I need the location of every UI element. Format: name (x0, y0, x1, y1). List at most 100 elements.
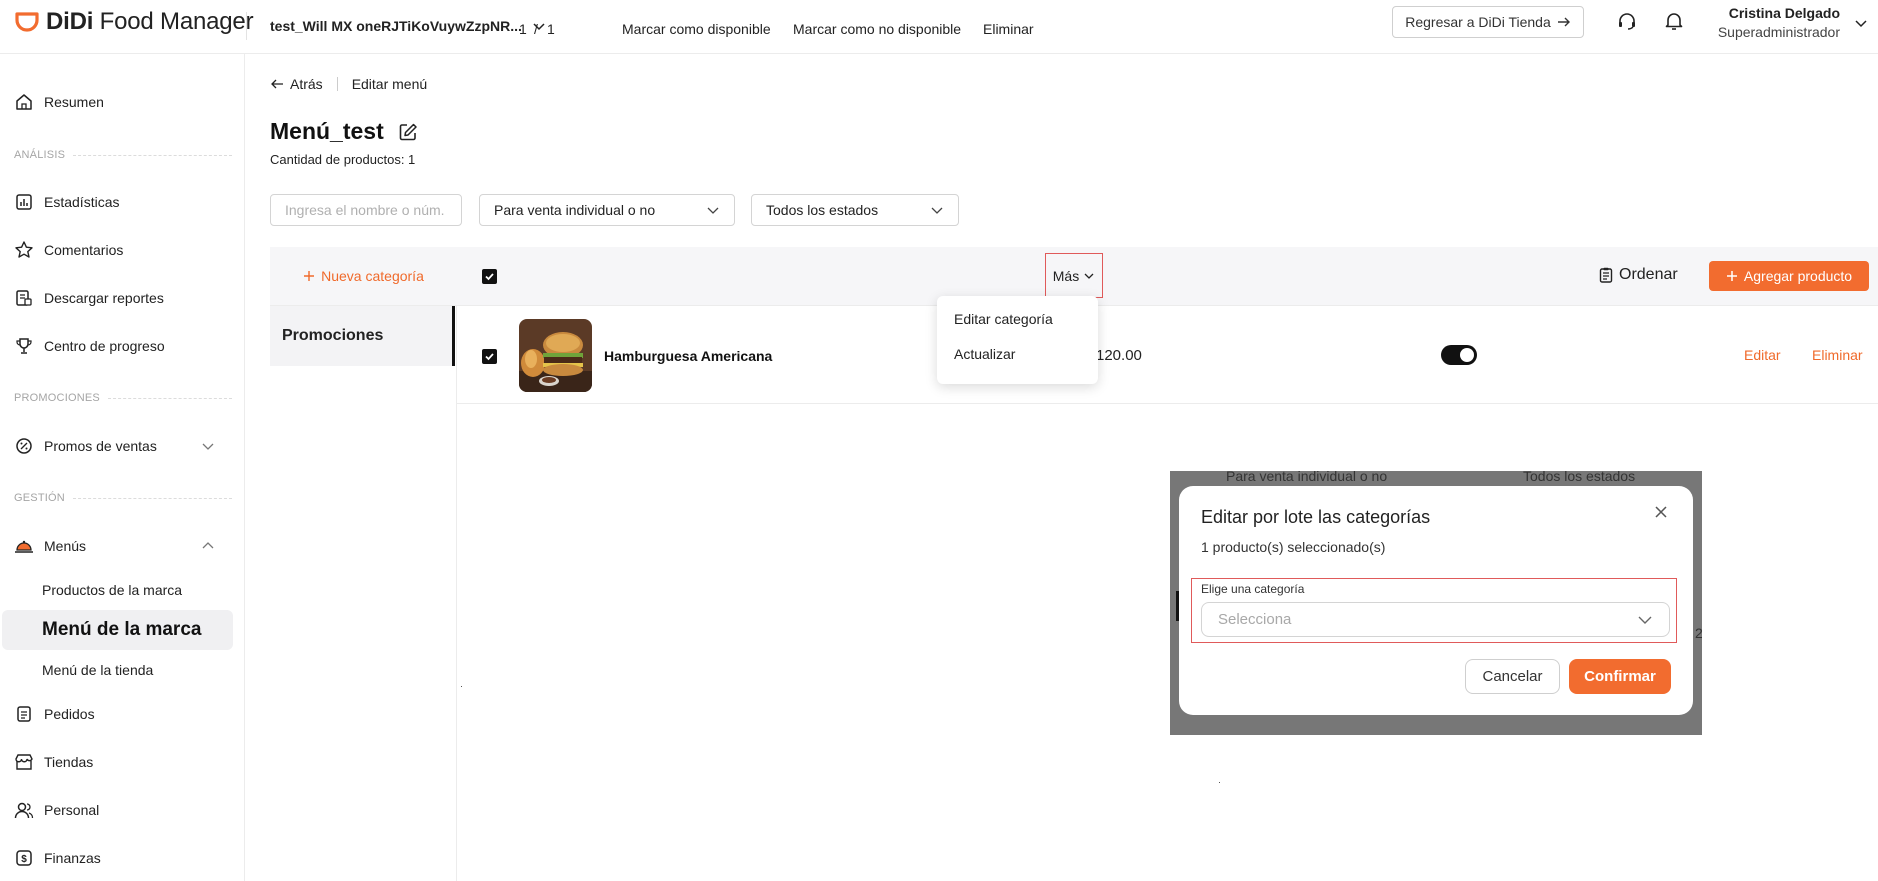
sidebar-item-resumen[interactable]: Resumen (0, 82, 245, 122)
sidebar-item-pedidos[interactable]: Pedidos (0, 694, 245, 734)
chevron-down-icon (931, 207, 943, 214)
product-name: Hamburguesa Americana (604, 348, 773, 364)
sidebar-item-personal[interactable]: Personal (0, 790, 245, 830)
user-role: Superadministrador (1717, 24, 1840, 40)
didi-logo-icon (15, 12, 39, 32)
clipboard-icon (14, 704, 34, 724)
backdrop-status: Todos los estados (1523, 471, 1636, 484)
sidebar-item-menus[interactable]: Menús (0, 526, 245, 566)
menu-item-update[interactable]: Actualizar (954, 346, 1015, 362)
new-category-button[interactable]: Nueva categoría (270, 247, 457, 306)
category-select-placeholder: Selecciona (1218, 611, 1292, 628)
mark-available-button[interactable]: Marcar como disponible (622, 21, 771, 37)
chevron-down-icon (1084, 273, 1094, 279)
menu-item-edit-category[interactable]: Editar categoría (954, 311, 1053, 327)
delete-product-link[interactable]: Eliminar (1812, 347, 1863, 363)
sidebar-item-promos[interactable]: Promos de ventas (0, 426, 245, 466)
new-category-label: Nueva categoría (321, 268, 424, 284)
arrow-right-icon (1557, 17, 1570, 27)
menu-name: Menú_test (270, 118, 384, 144)
sort-button[interactable]: Ordenar (1599, 266, 1678, 284)
status-filter[interactable]: Todos los estados (751, 194, 959, 226)
mark-unavailable-button[interactable]: Marcar como no disponible (793, 21, 961, 37)
more-label: Más (1052, 267, 1080, 284)
availability-toggle[interactable] (1441, 345, 1477, 365)
sale-type-filter[interactable]: Para venta individual o no (479, 194, 735, 226)
sidebar-subitem-productos-marca[interactable]: Productos de la marca (42, 582, 182, 598)
sidebar-label: Comentarios (44, 242, 124, 258)
sidebar-item-progreso[interactable]: Centro de progreso (0, 326, 245, 366)
report-icon (14, 288, 34, 308)
delete-selected-button[interactable]: Eliminar (983, 21, 1034, 37)
sidebar-item-estadisticas[interactable]: Estadísticas (0, 182, 245, 222)
check-icon (485, 353, 494, 361)
plus-icon (304, 271, 315, 281)
back-to-store-button[interactable]: Regresar a DiDi Tienda (1392, 6, 1584, 38)
more-dropdown-menu: Editar categoría Actualizar (937, 296, 1098, 384)
sidebar-label: Resumen (44, 94, 104, 110)
bell-icon[interactable] (1663, 10, 1685, 32)
sidebar: Resumen ANÁLISIS Estadísticas Comentario… (0, 54, 245, 881)
chart-icon (14, 192, 34, 212)
category-field-label: Elige una categoría (1201, 582, 1305, 596)
row-checkbox[interactable] (482, 349, 497, 364)
breadcrumb-divider (336, 77, 338, 91)
backdrop-clipped-text: 2 (1695, 625, 1702, 641)
user-chevron-down-icon[interactable] (1854, 16, 1868, 30)
category-panel: Nueva categoría Promociones (270, 247, 457, 881)
didi-logo[interactable]: DiDi Food Manager (14, 8, 254, 36)
sidebar-item-tiendas[interactable]: Tiendas (0, 742, 245, 782)
headset-icon[interactable] (1616, 10, 1638, 32)
section-analisis: ANÁLISIS (14, 149, 232, 161)
sort-label: Ordenar (1619, 266, 1678, 283)
add-product-label: Agregar producto (1743, 268, 1853, 284)
sidebar-label: Menús (44, 538, 87, 554)
sidebar-subitem-menu-marca[interactable]: Menú de la marca (2, 610, 233, 650)
add-product-button[interactable]: Agregar producto (1709, 261, 1869, 291)
total-count: 1 (547, 21, 555, 37)
product-price: 120.00 (1096, 347, 1142, 364)
status-value: Todos los estados (766, 202, 879, 218)
product-image (519, 319, 592, 392)
breadcrumb-current: Editar menú (351, 76, 428, 92)
back-link[interactable]: Atrás (270, 76, 323, 92)
discount-icon (14, 436, 34, 456)
sidebar-label: Centro de progreso (44, 338, 165, 354)
breadcrumb: Atrás Editar menú (270, 76, 427, 92)
svg-text:$: $ (21, 854, 27, 865)
stray-dot (1219, 782, 1220, 783)
chevron-down-icon (707, 207, 719, 214)
sidebar-item-comentarios[interactable]: Comentarios (0, 230, 245, 270)
dollar-icon: $ (14, 848, 34, 868)
sidebar-label: Descargar reportes (44, 290, 164, 306)
sidebar-subitem-menu-tienda[interactable]: Menú de la tienda (42, 662, 153, 678)
sidebar-item-finanzas[interactable]: $ Finanzas (0, 838, 245, 878)
confirm-button[interactable]: Confirmar (1569, 659, 1671, 694)
user-name: Cristina Delgado (1728, 5, 1840, 21)
search-input[interactable] (270, 194, 462, 226)
back-label: Atrás (290, 76, 323, 92)
home-icon (14, 92, 34, 112)
category-item-promociones[interactable]: Promociones (270, 306, 455, 366)
chevron-down-icon (202, 443, 214, 450)
edit-icon[interactable] (398, 122, 418, 142)
cancel-button[interactable]: Cancelar (1465, 659, 1560, 694)
section-gestion: GESTIÓN (14, 492, 232, 504)
category-select[interactable]: Selecciona (1201, 602, 1670, 637)
sidebar-item-reportes[interactable]: Descargar reportes (0, 278, 245, 318)
more-button[interactable]: Más (1045, 253, 1103, 298)
section-promociones: PROMOCIONES (14, 392, 232, 404)
back-to-store-label: Regresar a DiDi Tienda (1405, 14, 1551, 30)
selected-count: 1 (519, 21, 527, 37)
user-menu[interactable]: Cristina Delgado Superadministrador (1718, 4, 1840, 42)
chevron-down-icon (1638, 616, 1652, 624)
store-selector[interactable]: test_Will MX oneRJTiKoVuywZzpNR... (270, 12, 546, 40)
chevron-up-icon (202, 542, 214, 549)
sort-list-icon (1599, 267, 1613, 283)
select-all-checkbox[interactable] (482, 269, 497, 284)
page-title: Menú_test (270, 118, 418, 145)
close-icon[interactable] (1653, 504, 1669, 520)
edit-product-link[interactable]: Editar (1744, 347, 1781, 363)
cloche-icon (14, 536, 34, 556)
sidebar-label: Estadísticas (44, 194, 120, 210)
